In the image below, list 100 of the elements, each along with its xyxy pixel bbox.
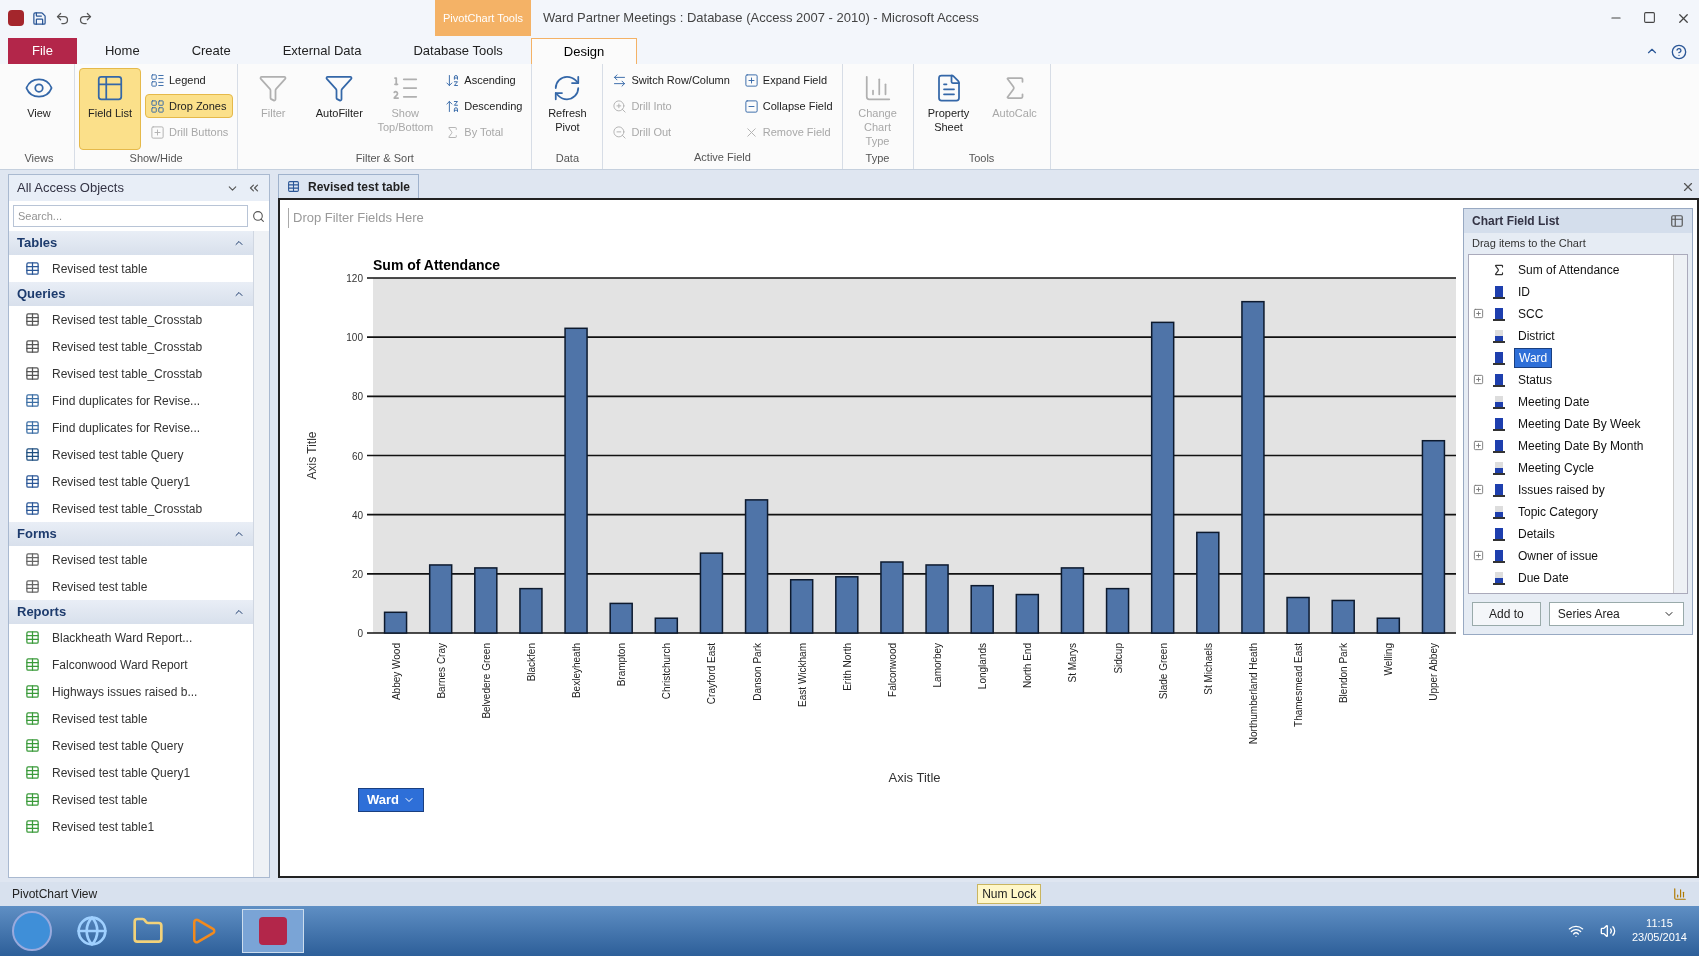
- help-icon[interactable]: [1671, 44, 1687, 60]
- field-list-item[interactable]: Topic Category: [1514, 502, 1603, 521]
- bar: [1376, 616, 1401, 634]
- expand-icon[interactable]: [1473, 550, 1484, 561]
- nav-item[interactable]: Revised test table: [9, 255, 253, 282]
- field-list-item[interactable]: Issues raised by: [1514, 480, 1609, 499]
- nav-item[interactable]: Revised test table_Crosstab: [9, 306, 253, 333]
- field-list-item[interactable]: Sum of Attendance: [1514, 260, 1624, 279]
- nav-group-header[interactable]: Queries: [9, 282, 253, 306]
- nav-item[interactable]: Find duplicates for Revise...: [9, 387, 253, 414]
- close-document-icon[interactable]: [1681, 180, 1695, 194]
- start-button[interactable]: [12, 911, 52, 951]
- ribbon-tab[interactable]: Home: [80, 38, 164, 64]
- nav-group-header[interactable]: Tables: [9, 231, 253, 255]
- nav-item[interactable]: Revised test table Query: [9, 441, 253, 468]
- nav-item[interactable]: Revised test table: [9, 546, 253, 573]
- nav-item[interactable]: Blackheath Ward Report...: [9, 624, 253, 651]
- ribbon-button[interactable]: Refresh Pivot: [536, 68, 599, 150]
- object-icon: [25, 312, 40, 327]
- category-label: North End: [1022, 642, 1034, 688]
- ribbon-button[interactable]: View: [8, 68, 70, 150]
- field-list-item[interactable]: ID: [1514, 282, 1534, 301]
- ribbon-button[interactable]: Descending: [440, 94, 528, 118]
- document-tab[interactable]: Revised test table: [278, 174, 420, 198]
- nav-item[interactable]: Revised test table_Crosstab: [9, 360, 253, 387]
- field-list-item[interactable]: Owner of issue: [1514, 546, 1603, 565]
- field-list-item[interactable]: SCC: [1514, 304, 1548, 323]
- field-list-item[interactable]: Meeting Date By Month: [1514, 436, 1648, 455]
- save-icon[interactable]: [32, 10, 47, 26]
- nav-item[interactable]: Revised test table: [9, 786, 253, 813]
- area-dropdown[interactable]: Series Area: [1548, 601, 1684, 626]
- field-list-item[interactable]: Status: [1514, 370, 1557, 389]
- chart-view-icon[interactable]: [1673, 887, 1687, 901]
- ribbon-button[interactable]: Switch Row/Column: [607, 68, 735, 92]
- undo-icon[interactable]: [55, 10, 70, 26]
- access-taskbar-button[interactable]: [242, 909, 304, 953]
- nav-item[interactable]: Revised test table: [9, 705, 253, 732]
- ribbon-tab[interactable]: File: [8, 38, 77, 64]
- nav-item[interactable]: Revised test table_Crosstab: [9, 495, 253, 522]
- nav-item[interactable]: Revised test table_Crosstab: [9, 333, 253, 360]
- volume-icon[interactable]: [1599, 923, 1616, 939]
- nav-item[interactable]: Revised test table Query1: [9, 759, 253, 786]
- add-to-button[interactable]: Add to: [1472, 601, 1541, 626]
- nav-item[interactable]: Falconwood Ward Report: [9, 651, 253, 678]
- expand-icon[interactable]: [1473, 374, 1484, 385]
- category-field-button[interactable]: Ward: [358, 787, 425, 812]
- ribbon-tab[interactable]: External Data: [258, 38, 386, 64]
- expand-icon[interactable]: [1473, 308, 1484, 319]
- nav-item[interactable]: Revised test table: [9, 573, 253, 600]
- redo-icon[interactable]: [78, 10, 93, 26]
- nav-item[interactable]: Find duplicates for Revise...: [9, 414, 253, 441]
- ribbon-button[interactable]: Ascending: [440, 68, 528, 92]
- nav-item[interactable]: Revised test table Query1: [9, 468, 253, 495]
- field-icon: [1492, 372, 1506, 387]
- search-icon[interactable]: [252, 209, 265, 223]
- network-icon[interactable]: [1567, 923, 1584, 939]
- nav-group-header[interactable]: Forms: [9, 522, 253, 546]
- nav-item[interactable]: Revised test table Query: [9, 732, 253, 759]
- ribbon-button[interactable]: Property Sheet: [917, 68, 980, 150]
- browser-icon[interactable]: [76, 915, 108, 947]
- ribbon-button[interactable]: Expand Field: [738, 68, 838, 92]
- ribbon-icon: [612, 98, 628, 114]
- expand-icon[interactable]: [1473, 440, 1484, 451]
- ribbon-icon: [324, 73, 355, 103]
- field-list-item[interactable]: Meeting Date: [1514, 392, 1594, 411]
- field-icon: [1492, 438, 1506, 453]
- scrollbar[interactable]: [253, 231, 269, 877]
- nav-item[interactable]: Revised test table1: [9, 813, 253, 840]
- ribbon-button[interactable]: Field List: [79, 68, 141, 150]
- nav-group-header[interactable]: Reports: [9, 600, 253, 624]
- scrollbar[interactable]: [1673, 254, 1687, 593]
- ribbon-tab[interactable]: Database Tools: [389, 38, 527, 64]
- collapse-pane-icon[interactable]: [247, 181, 261, 195]
- panel-options-icon[interactable]: [1670, 214, 1684, 228]
- ribbon-button[interactable]: Collapse Field: [738, 94, 838, 118]
- ribbon-button[interactable]: AutoFilter: [308, 68, 371, 150]
- field-list-item[interactable]: Meeting Date By Week: [1514, 414, 1645, 433]
- ribbon-button[interactable]: Drop Zones: [145, 94, 234, 118]
- field-list-item[interactable]: District: [1514, 326, 1559, 345]
- maximize-icon[interactable]: [1643, 10, 1656, 24]
- expand-icon[interactable]: [1473, 484, 1484, 495]
- object-icon: [25, 630, 40, 645]
- object-icon: [25, 711, 40, 726]
- ribbon-group-label: Active Field: [693, 149, 752, 165]
- search-field[interactable]: Search...: [13, 205, 248, 227]
- category-label: Erith North: [841, 642, 853, 691]
- field-list-item[interactable]: Details: [1514, 524, 1559, 543]
- category-label: Christchurch: [661, 642, 673, 699]
- ribbon-tab[interactable]: Create: [167, 38, 255, 64]
- field-list-item[interactable]: Meeting Cycle: [1514, 458, 1599, 477]
- ribbon-button[interactable]: Legend: [145, 68, 234, 92]
- category-label: Welling: [1383, 642, 1395, 676]
- ribbon-tab[interactable]: Design: [530, 38, 638, 64]
- field-list-item[interactable]: Due Date: [1514, 568, 1573, 587]
- field-icon: [1492, 350, 1506, 365]
- date-field-icon: [1492, 570, 1506, 585]
- ribbon-icon: [150, 124, 165, 140]
- field-icon: [1492, 482, 1506, 497]
- field-list-item[interactable]: Ward: [1514, 347, 1553, 368]
- nav-item[interactable]: Highways issues raised b...: [9, 678, 253, 705]
